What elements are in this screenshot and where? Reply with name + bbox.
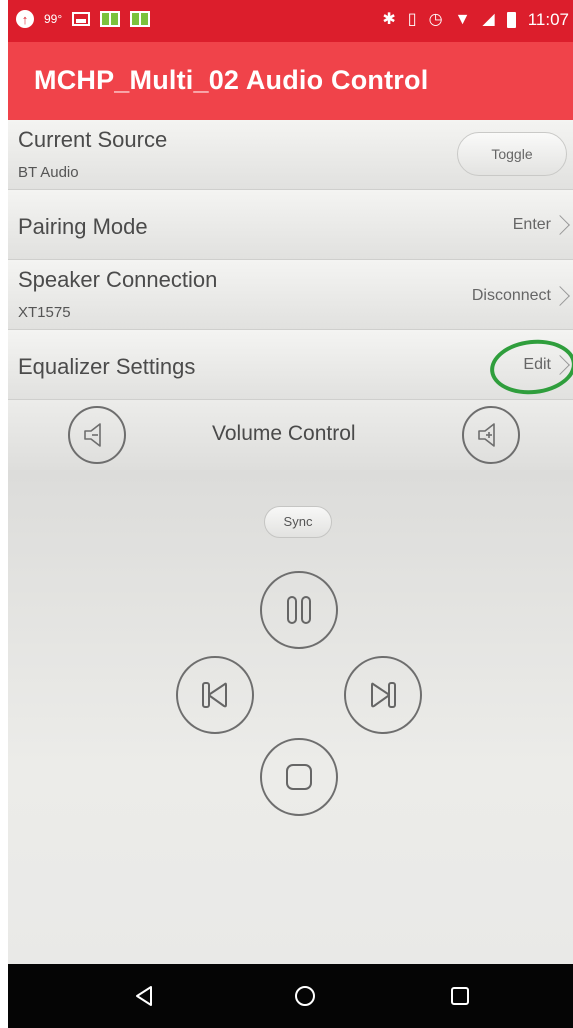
toggle-source-button[interactable]: Toggle xyxy=(457,132,567,176)
pairing-mode-title: Pairing Mode xyxy=(18,214,148,239)
notification-icon: ↑ xyxy=(16,10,34,28)
speaker-connection-value: XT1575 xyxy=(18,304,71,321)
book-icon xyxy=(100,11,121,27)
disconnect-label[interactable]: Disconnect xyxy=(472,287,551,305)
speaker-minus-icon xyxy=(84,423,101,447)
speaker-plus-icon xyxy=(478,423,495,447)
book-icon xyxy=(130,11,151,27)
alarm-icon: ◷ xyxy=(428,11,443,28)
status-bar-right: ✱ ▯ ◷ ▼ ◢ 11:07 xyxy=(382,10,569,30)
home-circle-icon xyxy=(295,986,315,1006)
chevron-right-icon xyxy=(550,215,570,235)
current-source-title: Current Source xyxy=(18,127,168,152)
equalizer-settings-title: Equalizer Settings xyxy=(18,354,196,379)
pairing-mode-enter-label[interactable]: Enter xyxy=(513,216,551,234)
signal-icon: ◢ xyxy=(482,11,495,28)
pause-button[interactable] xyxy=(260,571,338,649)
recents-square-icon xyxy=(451,987,469,1005)
previous-track-button[interactable] xyxy=(176,656,254,734)
status-bar-left: ↑ 99° xyxy=(16,10,151,28)
back-triangle-icon xyxy=(136,986,152,1006)
volume-control-row: Volume Control xyxy=(8,400,573,470)
home-button[interactable] xyxy=(289,980,321,1012)
sync-button[interactable]: Sync xyxy=(264,506,332,538)
status-bar: ↑ 99° ✱ ▯ ◷ ▼ ◢ 11:07 xyxy=(8,0,573,42)
image-icon xyxy=(72,12,91,26)
temperature-text: 99° xyxy=(44,12,63,26)
previous-icon xyxy=(202,682,227,708)
pause-icon xyxy=(287,596,311,624)
volume-up-button[interactable] xyxy=(462,406,520,464)
bluetooth-icon: ✱ xyxy=(382,11,396,28)
current-source-row: Current Source BT Audio Toggle xyxy=(8,120,573,190)
pairing-mode-row[interactable]: Pairing Mode Enter xyxy=(8,190,573,260)
battery-icon xyxy=(506,12,516,28)
current-source-value: BT Audio xyxy=(18,164,79,181)
speaker-connection-title: Speaker Connection xyxy=(18,267,218,292)
volume-control-label: Volume Control xyxy=(212,422,356,445)
stop-button[interactable] xyxy=(260,738,338,816)
wifi-icon: ▼ xyxy=(454,11,471,28)
speaker-connection-row[interactable]: Speaker Connection XT1575 Disconnect xyxy=(8,260,573,330)
next-track-button[interactable] xyxy=(344,656,422,734)
stop-icon xyxy=(286,764,312,790)
back-button[interactable] xyxy=(128,980,160,1012)
system-navigation-bar xyxy=(8,964,573,1028)
chevron-right-icon xyxy=(550,286,570,306)
equalizer-settings-row[interactable]: Equalizer Settings Edit xyxy=(8,330,573,400)
volume-down-button[interactable] xyxy=(68,406,126,464)
next-icon xyxy=(371,682,396,708)
playback-area: Sync xyxy=(8,470,573,964)
app-bar: MCHP_Multi_02 Audio Control xyxy=(8,42,573,120)
recents-button[interactable] xyxy=(444,980,476,1012)
app-title: MCHP_Multi_02 Audio Control xyxy=(34,65,429,95)
vibrate-icon: ▯ xyxy=(407,11,417,28)
clock-text: 11:07 xyxy=(527,10,569,29)
app-screen: ↑ 99° ✱ ▯ ◷ ▼ ◢ 11:07 MCHP_Multi_02 Audi… xyxy=(8,0,573,1028)
